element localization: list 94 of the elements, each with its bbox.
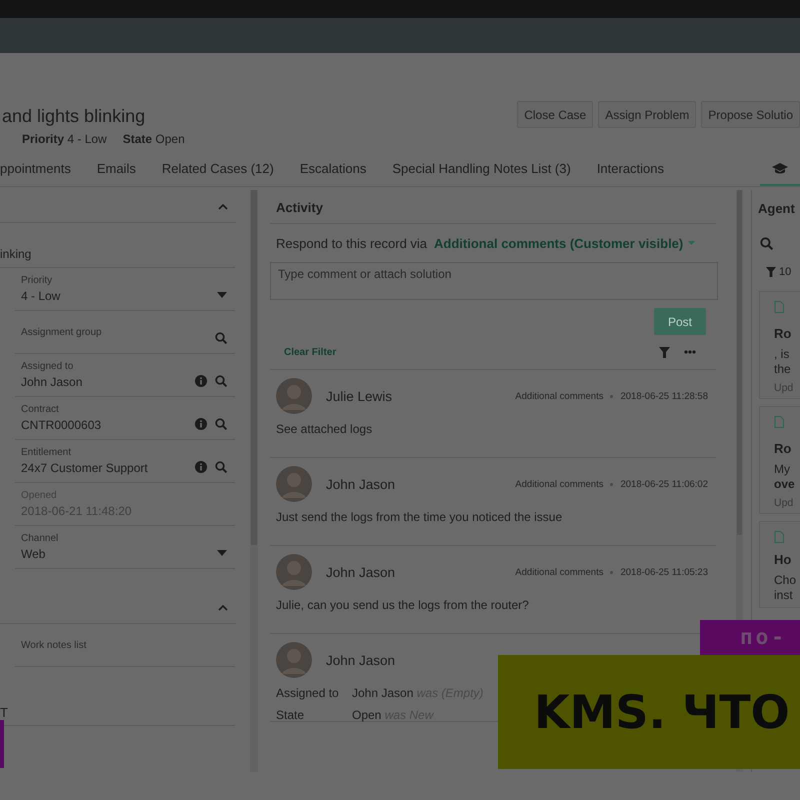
case-meta: State Open: [122, 132, 185, 146]
chevron-up-icon[interactable]: [218, 604, 228, 610]
clear-filter-link[interactable]: Clear Filter: [284, 346, 336, 358]
panel-title: Agent: [758, 200, 796, 218]
document-icon: [774, 416, 784, 428]
info-icon[interactable]: [195, 461, 207, 473]
banner-edge: [0, 720, 4, 768]
field-label: Work notes list: [21, 640, 86, 650]
comment-field[interactable]: Type comment or attach solution: [270, 262, 718, 300]
entry-type: Additional comments: [515, 566, 604, 578]
form-field[interactable]: Channel Web: [15, 526, 235, 569]
form-field[interactable]: Assigned to John Jason: [15, 354, 235, 397]
comment-text: See attached logs: [276, 422, 374, 436]
field-value[interactable]: Web: [21, 547, 58, 561]
tab[interactable]: Escalations: [286, 153, 380, 186]
author-name: John Jason: [326, 652, 396, 668]
entry-time: 2018-06-25 11:05:23: [620, 566, 708, 578]
card-text: the: [774, 362, 792, 377]
field-label: Channel: [21, 533, 58, 544]
card-title: Ho: [774, 552, 792, 567]
filter-count: 10: [779, 266, 792, 278]
card-text: My: [774, 462, 791, 477]
field-value[interactable]: 4 - Low: [21, 289, 60, 303]
avatar: [276, 378, 312, 414]
document-icon: [774, 531, 784, 543]
change-field: Assigned to: [276, 686, 352, 700]
author-name: John Jason: [326, 564, 396, 580]
card-text: ove: [774, 477, 796, 492]
field-value[interactable]: inking: [0, 247, 32, 261]
field-value[interactable]: CNTR0000603: [21, 418, 102, 432]
caret-icon[interactable]: [217, 292, 227, 298]
tab[interactable]: Emails: [84, 153, 149, 186]
card-text: , is: [774, 347, 790, 362]
action-button[interactable]: Propose Solutio: [701, 101, 800, 128]
entry-time: 2018-06-25 11:28:58: [620, 390, 708, 402]
document-icon: [774, 301, 784, 313]
tab[interactable]: ppointments: [0, 153, 84, 186]
info-icon[interactable]: [195, 418, 207, 430]
avatar: [276, 466, 312, 502]
info-icon[interactable]: [195, 375, 207, 387]
more-icon[interactable]: [684, 350, 696, 354]
form-field[interactable]: inking: [0, 223, 235, 268]
form-field[interactable]: Work notes list: [15, 624, 235, 667]
action-button[interactable]: Close Case: [517, 101, 594, 128]
field-value[interactable]: John Jason: [21, 375, 82, 389]
change-value: John Jason: [352, 686, 414, 700]
entry-time: 2018-06-25 11:06:02: [620, 478, 708, 490]
channel-dropdown[interactable]: Additional comments (Customer visible): [434, 236, 696, 250]
case-meta: Priority 4 - Low: [22, 132, 107, 146]
form-field[interactable]: Contract CNTR0000603: [15, 397, 235, 440]
entry-type: Additional comments: [515, 390, 604, 402]
field-label: Entitlement: [21, 447, 72, 458]
filter-icon[interactable]: [766, 267, 776, 277]
comment-text: Julie, can you send us the logs from the router?: [276, 598, 530, 612]
tab[interactable]: Related Cases (12): [148, 153, 287, 186]
caption-banner: по-: [700, 620, 800, 655]
tab[interactable]: Special Handling Notes List (3): [379, 153, 584, 186]
caret-icon[interactable]: [217, 550, 227, 556]
activity-title: Activity: [270, 190, 716, 224]
card-text: Cho: [774, 573, 798, 588]
search-icon[interactable]: [215, 375, 227, 387]
field-value[interactable]: 24x7 Customer Support: [21, 461, 148, 475]
graduation-cap-icon: [772, 162, 788, 174]
comment-text: Just send the logs from the time you noticed the issue: [276, 510, 564, 524]
search-icon[interactable]: [215, 418, 227, 430]
change-field: State: [276, 708, 352, 722]
change-value: Open: [352, 708, 382, 722]
card-title: Ro: [774, 326, 792, 341]
avatar: [276, 642, 312, 678]
filter-icon[interactable]: [659, 346, 670, 358]
form-field[interactable]: Entitlement 24x7 Customer Support: [15, 440, 235, 483]
chevron-up-icon[interactable]: [218, 202, 228, 210]
card-text: inst: [774, 588, 794, 603]
field-label: Assignment group: [21, 326, 102, 338]
tab[interactable]: Interactions: [584, 153, 678, 186]
form-field[interactable]: Priority 4 - Low: [15, 268, 235, 311]
author-name: John Jason: [326, 476, 396, 492]
form-field[interactable]: Assignment group: [15, 311, 235, 354]
case-title: and lights blinking: [2, 105, 146, 127]
caret-icon: [688, 241, 696, 245]
card-title: Ro: [774, 441, 792, 456]
avatar: [276, 554, 312, 590]
search-icon[interactable]: [760, 236, 773, 250]
entry-type: Additional comments: [515, 478, 604, 490]
field-label: Contract: [21, 404, 60, 415]
article-card[interactable]: Ho Cho inst: [759, 521, 800, 608]
respond-label: Respond to this record via: [276, 236, 428, 250]
caption-banner: KMS. ЧТО: [498, 655, 800, 769]
author-name: Julie Lewis: [326, 388, 394, 404]
field-label: Assigned to: [21, 361, 74, 372]
search-icon[interactable]: [215, 461, 227, 473]
field-label: Priority: [21, 275, 54, 286]
action-button[interactable]: Assign Problem: [598, 101, 696, 128]
search-icon[interactable]: [215, 332, 227, 344]
